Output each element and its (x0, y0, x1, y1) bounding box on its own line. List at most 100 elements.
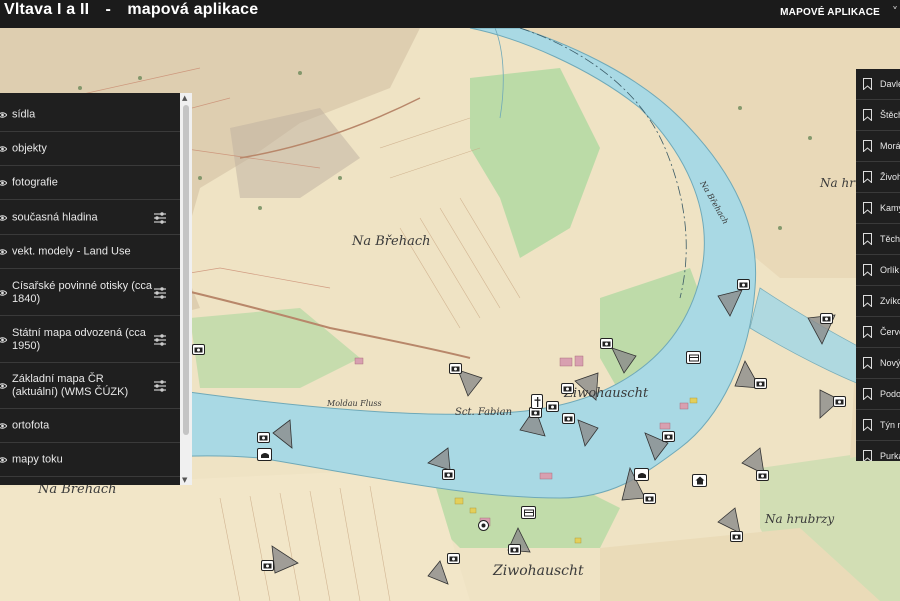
bookmark-item[interactable]: Zvíkov (856, 286, 900, 317)
layer-item-sidla[interactable]: sídla (0, 99, 180, 132)
photo-marker[interactable] (833, 396, 846, 407)
layer-label: vekt. modely - Land Use (12, 245, 131, 258)
eye-icon[interactable] (0, 288, 7, 297)
eye-icon[interactable] (0, 213, 7, 222)
building-icon (688, 354, 699, 361)
bookmark-item[interactable]: Orlík (856, 255, 900, 286)
object-marker[interactable] (686, 351, 701, 364)
photo-marker[interactable] (261, 560, 274, 571)
eye-icon[interactable] (0, 179, 7, 188)
layer-item-statni-mapa[interactable]: Státní mapa odvozená (cca 1950) (0, 317, 180, 363)
eye-icon[interactable] (0, 111, 7, 120)
layer-item-fotografie[interactable]: fotografie (0, 167, 180, 200)
photo-marker[interactable] (442, 469, 455, 480)
photo-marker[interactable] (508, 544, 521, 555)
bookmark-item[interactable]: Davle (856, 69, 900, 100)
bookmark-icon (863, 419, 872, 431)
layer-item-land-use[interactable]: vekt. modely - Land Use (0, 236, 180, 269)
layer-panel-scrollbar[interactable]: ▲ ▼ (180, 93, 192, 485)
photo-marker[interactable] (546, 401, 559, 412)
layer-label: fotografie (12, 176, 58, 189)
bookmark-item[interactable]: Červená (856, 317, 900, 348)
settlement-marker[interactable] (478, 520, 489, 531)
bookmark-item[interactable]: Štěchovice (856, 100, 900, 131)
bookmark-icon (863, 171, 872, 183)
photo-marker[interactable] (600, 338, 613, 349)
photo-marker[interactable] (257, 432, 270, 443)
layer-item-cisarske-otisky[interactable]: Císařské povinné otisky (cca 1840) (0, 270, 180, 316)
house-marker[interactable] (692, 474, 707, 487)
layer-label: ortofota (12, 419, 50, 432)
layer-item-objekty[interactable]: objekty (0, 133, 180, 166)
chevron-down-icon[interactable]: ˅ (892, 5, 898, 19)
layer-item-soucasna-hladina[interactable]: současná hladina (0, 201, 180, 235)
sliders-icon[interactable] (153, 379, 167, 393)
bookmark-icon (863, 388, 872, 400)
dot-icon (481, 523, 486, 528)
eye-icon[interactable] (0, 382, 7, 391)
bookmark-item[interactable]: Purkarec (856, 441, 900, 461)
layer-item-mapy-toku[interactable]: mapy toku (0, 444, 180, 477)
layer-label: sídla (12, 108, 36, 121)
sliders-icon[interactable] (153, 333, 167, 347)
photo-marker[interactable] (662, 431, 675, 442)
camera-icon (548, 404, 557, 410)
bookmark-item[interactable]: Nový (856, 348, 900, 379)
photo-marker[interactable] (643, 493, 656, 504)
bookmark-item[interactable]: Týn nad (856, 410, 900, 441)
camera-icon (259, 435, 268, 441)
app-header: Vltava I a II - mapová aplikace MAPOVÉ APL… (0, 0, 900, 28)
bookmark-label: Orlík (880, 265, 899, 275)
photo-marker[interactable] (561, 383, 574, 394)
photo-marker[interactable] (447, 553, 460, 564)
app-subtitle: mapová aplikace (127, 1, 259, 18)
church-marker[interactable] (531, 394, 543, 409)
photo-marker[interactable] (449, 363, 462, 374)
building-icon (523, 509, 534, 516)
bookmark-label: Těchnice (880, 234, 900, 244)
map-apps-link[interactable]: MAPOVÉ APLIKACE (780, 7, 880, 18)
photo-marker[interactable] (730, 531, 743, 542)
bookmark-item[interactable]: Kamýk (856, 193, 900, 224)
object-marker[interactable] (257, 448, 272, 461)
camera-icon (444, 472, 453, 478)
eye-icon[interactable] (0, 248, 7, 257)
scrollbar-thumb[interactable] (183, 105, 189, 435)
bookmark-item[interactable]: Živohošť (856, 162, 900, 193)
bookmark-label: Davle (880, 79, 900, 89)
bookmark-label: Štěchovice (880, 110, 900, 120)
photo-marker[interactable] (562, 413, 575, 424)
eye-icon[interactable] (0, 422, 7, 431)
map-label-moldau-fluss: Moldau Fluss (327, 399, 382, 408)
bookmark-icon (863, 140, 872, 152)
sliders-icon[interactable] (153, 211, 167, 225)
bookmark-label: Živohošť (880, 172, 900, 182)
photo-marker[interactable] (737, 279, 750, 290)
bookmark-icon (863, 109, 872, 121)
layer-label: Státní mapa odvozená (cca 1950) (12, 326, 146, 352)
layer-label: Císařské povinné otisky (cca 1840) (12, 279, 152, 305)
bookmark-item[interactable]: Moráň (856, 131, 900, 162)
bookmark-item[interactable]: Těchnice (856, 224, 900, 255)
eye-icon[interactable] (0, 145, 7, 154)
photo-marker[interactable] (820, 313, 833, 324)
eye-icon[interactable] (0, 456, 7, 465)
photo-marker[interactable] (754, 378, 767, 389)
map-label-ziwohauscht-bottom: Ziwohauscht (493, 563, 584, 579)
layer-item-zakladni-mapa[interactable]: Základní mapa ČR (aktuální) (WMS ČÚZK) (0, 364, 180, 409)
scroll-down-arrow[interactable]: ▼ (182, 476, 187, 484)
object-marker[interactable] (634, 468, 649, 481)
sliders-icon[interactable] (153, 286, 167, 300)
photo-marker[interactable] (192, 344, 205, 355)
bookmark-item[interactable]: Podolí (856, 379, 900, 410)
eye-icon[interactable] (0, 335, 7, 344)
scroll-up-arrow[interactable]: ▲ (182, 94, 187, 102)
title-separator: - (105, 1, 112, 18)
bookmark-icon (863, 295, 872, 307)
photo-marker[interactable] (756, 470, 769, 481)
object-marker[interactable] (521, 506, 536, 519)
map-label-na-hrubrzy-bottom: Na hrubrzy (765, 512, 835, 526)
bookmark-icon (863, 202, 872, 214)
bookmark-label: Týn nad (880, 420, 900, 430)
layer-item-ortofota[interactable]: ortofota (0, 410, 180, 443)
